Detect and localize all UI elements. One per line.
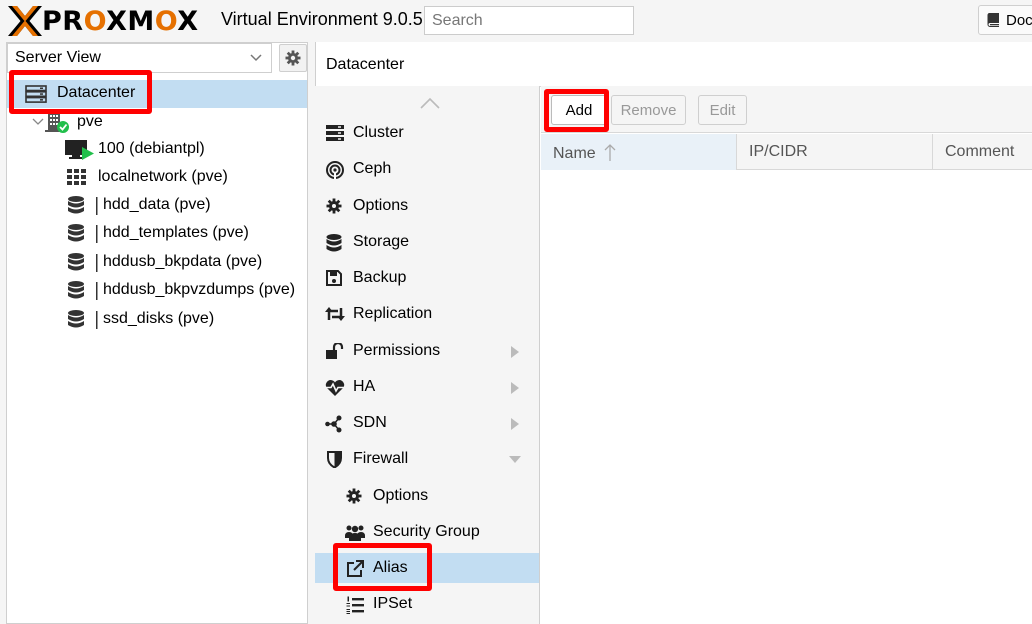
heartbeat-icon	[325, 380, 345, 396]
view-selector[interactable]: Server View	[7, 43, 272, 73]
shield-icon	[327, 451, 342, 468]
storage-icon	[68, 224, 98, 243]
retweet-icon	[325, 307, 345, 321]
nav-item-sdn[interactable]: SDN	[315, 408, 539, 438]
column-header-ip-cidr[interactable]: IP/CIDR	[737, 134, 933, 170]
storage-icon	[68, 281, 98, 300]
tree-item-storage[interactable]: hdd_templates (pve)	[7, 220, 307, 248]
proxmox-logo[interactable]: PROXMOX	[8, 5, 199, 37]
resource-tree-panel: Server View Datacenter pve 100 (debiantp…	[6, 42, 308, 624]
vm-label: 100 (debiantpl)	[98, 140, 205, 157]
database-icon	[326, 234, 342, 252]
tree-item-node-pve[interactable]: pve	[7, 109, 307, 137]
gear-icon	[285, 50, 301, 66]
remove-button[interactable]: Remove	[611, 95, 686, 125]
storage-icon	[68, 310, 98, 329]
external-link-icon	[347, 560, 364, 577]
nav-item-ceph[interactable]: Ceph	[315, 154, 539, 184]
nav-item-cluster[interactable]: Cluster	[315, 118, 539, 148]
edit-button[interactable]: Edit	[698, 95, 747, 125]
unlock-icon	[326, 343, 344, 359]
users-icon	[345, 525, 365, 541]
tree-item-storage[interactable]: hddusb_bkpvzdumps (pve)	[7, 277, 307, 305]
column-header-comment[interactable]: Comment	[933, 134, 1032, 170]
vm-running-icon	[65, 140, 94, 160]
server-icon	[326, 125, 344, 141]
proxmox-wordmark: PROXMOX	[42, 5, 199, 37]
list-ol-icon	[346, 596, 364, 614]
datacenter-nav-menu: Cluster Ceph Options Storage Backup Repl…	[315, 86, 540, 624]
tree-item-datacenter[interactable]: Datacenter	[7, 80, 307, 108]
alias-grid-panel: Add Remove Edit Name IP/CIDR Comment	[541, 86, 1032, 624]
add-button[interactable]: Add	[551, 95, 607, 125]
chevron-down-icon[interactable]	[32, 117, 44, 127]
nav-item-ha[interactable]: HA	[315, 372, 539, 402]
nav-item-firewall[interactable]: Firewall	[315, 444, 539, 474]
tree-item-storage[interactable]: hddusb_bkpdata (pve)	[7, 249, 307, 277]
storage-icon	[68, 253, 98, 272]
sort-ascending-icon	[604, 144, 616, 161]
storage-icon	[68, 196, 98, 215]
datacenter-label: Datacenter	[57, 84, 136, 101]
nav-item-storage[interactable]: Storage	[315, 227, 539, 257]
chevron-right-icon	[511, 382, 519, 394]
storage-label: hdd_data (pve)	[103, 196, 211, 213]
storage-label: ssd_disks (pve)	[103, 310, 215, 327]
gear-icon	[326, 198, 342, 214]
page-title: Datacenter	[326, 56, 405, 73]
search-input[interactable]	[424, 6, 634, 35]
proxmox-x-icon	[8, 6, 42, 36]
node-label: pve	[77, 113, 103, 130]
grid-header: Name IP/CIDR Comment	[541, 134, 1032, 170]
chevron-down-icon	[250, 54, 262, 62]
storage-label: hdd_templates (pve)	[103, 224, 249, 241]
nav-item-firewall-options[interactable]: Options	[315, 481, 539, 511]
tree-item-localnetwork[interactable]: localnetwork (pve)	[7, 164, 307, 192]
nav-item-replication[interactable]: Replication	[315, 299, 539, 329]
sdn-icon	[325, 415, 342, 433]
tree-item-vm[interactable]: 100 (debiantpl)	[7, 136, 307, 164]
toolbar: Add Remove Edit	[541, 86, 1032, 133]
nav-item-alias[interactable]: Alias	[315, 553, 539, 583]
chevron-right-icon	[511, 346, 519, 358]
node-online-icon	[45, 113, 69, 133]
storage-label: hddusb_bkpvzdumps (pve)	[103, 281, 296, 298]
chevron-up-icon[interactable]	[419, 96, 441, 110]
chevron-down-icon	[509, 456, 521, 463]
tree-item-storage[interactable]: hdd_data (pve)	[7, 192, 307, 220]
documentation-button[interactable]: Doc	[978, 5, 1032, 35]
server-icon	[25, 85, 47, 103]
floppy-icon	[326, 270, 342, 286]
product-version: Virtual Environment 9.0.5	[221, 9, 423, 29]
nav-item-ipset[interactable]: IPSet	[315, 589, 539, 619]
view-selector-value: Server View	[15, 49, 101, 66]
header: PROXMOX Virtual Environment 9.0.5 Doc	[0, 0, 1032, 42]
chevron-right-icon	[511, 418, 519, 430]
network-grid-icon	[67, 169, 86, 185]
tree-settings-button[interactable]	[279, 44, 307, 72]
ceph-icon	[326, 161, 344, 179]
nav-item-backup[interactable]: Backup	[315, 263, 539, 293]
nav-item-security-group[interactable]: Security Group	[315, 517, 539, 547]
nav-item-options[interactable]: Options	[315, 191, 539, 221]
tree-item-storage[interactable]: ssd_disks (pve)	[7, 306, 307, 334]
gear-icon	[346, 488, 362, 504]
nav-item-permissions[interactable]: Permissions	[315, 336, 539, 366]
book-icon	[987, 13, 999, 27]
localnetwork-label: localnetwork (pve)	[98, 168, 228, 185]
column-header-name[interactable]: Name	[541, 134, 737, 170]
storage-label: hddusb_bkpdata (pve)	[103, 253, 263, 270]
